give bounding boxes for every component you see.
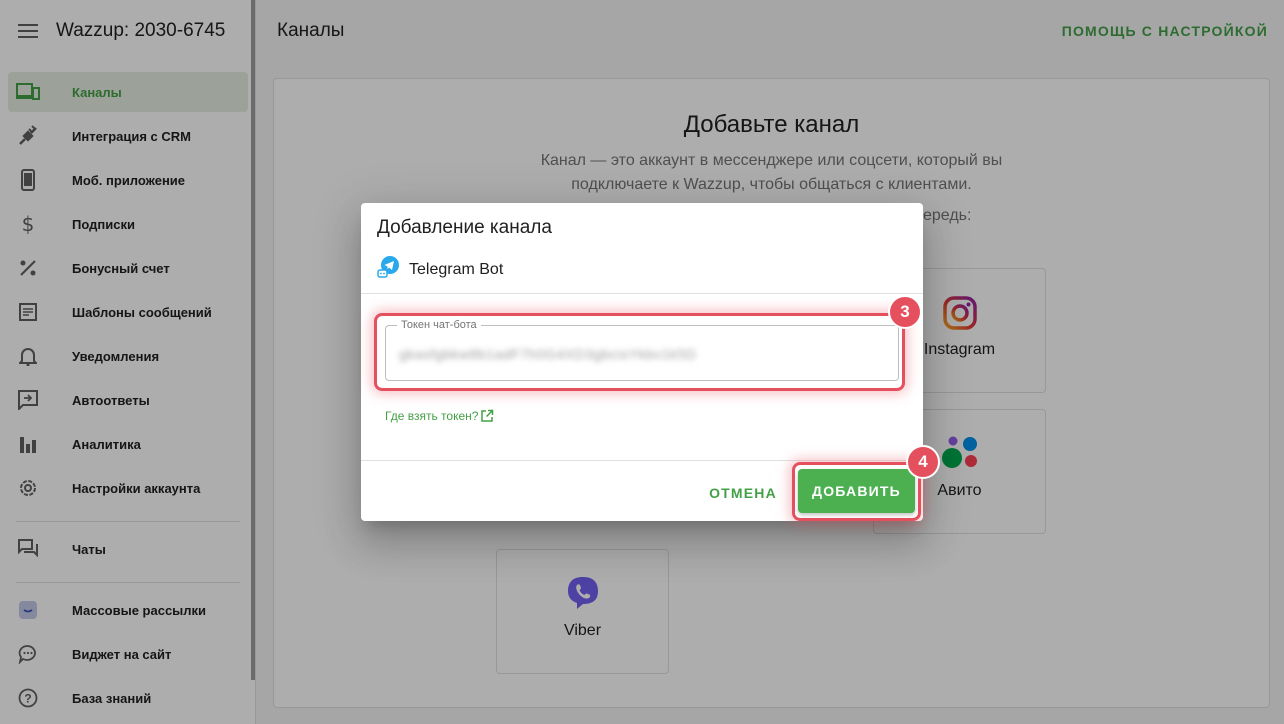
telegram-bot-icon [377, 255, 401, 284]
where-token-label: Где взять токен? [385, 409, 479, 423]
channel-type-label: Telegram Bot [409, 260, 504, 278]
add-button[interactable]: ДОБАВИТЬ [798, 469, 915, 513]
step-4-badge: 4 [906, 445, 940, 479]
dialog-divider [361, 460, 923, 461]
external-link-icon [480, 409, 494, 423]
step-3-badge: 3 [888, 295, 922, 329]
dialog-title: Добавление канала [377, 217, 552, 238]
cancel-button[interactable]: ОТМЕНА [697, 475, 789, 511]
token-highlight-frame [374, 313, 905, 391]
add-channel-dialog: Добавление канала Telegram Bot Токен чат… [361, 203, 940, 521]
dialog-divider [361, 293, 923, 294]
dialog-channel-type: Telegram Bot [377, 255, 503, 284]
where-token-link[interactable]: Где взять токен? [385, 409, 494, 423]
